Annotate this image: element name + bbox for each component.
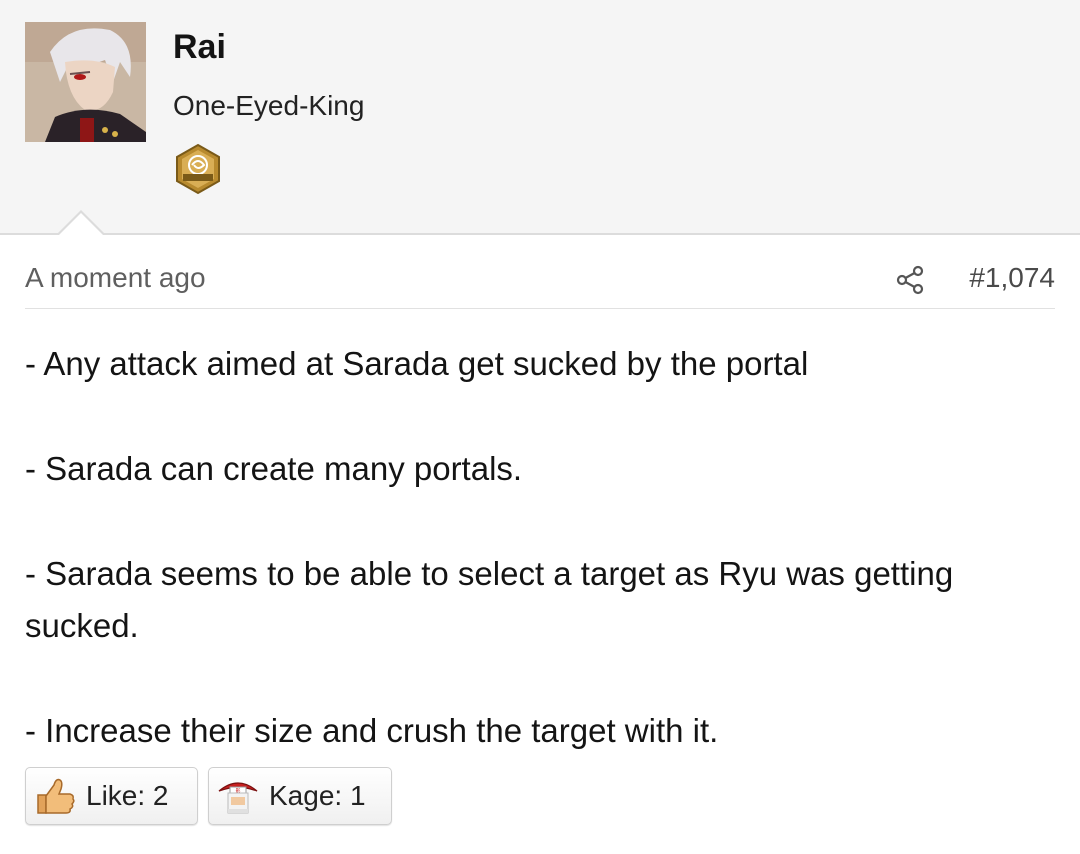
speech-pointer-fill [59,213,103,235]
share-icon[interactable] [895,265,925,295]
post-timestamp[interactable]: A moment ago [25,262,206,294]
user-avatar[interactable] [25,22,146,142]
post-paragraph: - Increase their size and crush the targ… [25,712,719,749]
kage-reaction-button[interactable]: 影 Kage: 1 [208,767,392,825]
post-number-link[interactable]: #1,074 [969,262,1055,294]
user-title: One-Eyed-King [173,90,365,121]
like-count-label: Like: 2 [86,780,169,811]
post-paragraph: - Sarada seems to be able to select a ta… [25,555,954,644]
trophy-badge-icon[interactable] [173,143,223,195]
avatar-image [25,22,146,142]
post-paragraph: - Sarada can create many portals. [25,450,523,487]
post-meta-bar: A moment ago #1,074 [25,254,1055,309]
kage-count-label: Kage: 1 [269,780,366,811]
post-paragraph: - Any attack aimed at Sarada get sucked … [25,345,809,382]
username[interactable]: Rai [173,28,226,67]
like-reaction-button[interactable]: Like: 2 [25,767,198,825]
kage-hat-icon: 影 [218,782,258,814]
thumbs-up-icon [37,778,75,814]
user-info-header: Rai One-Eyed-King [0,0,1080,235]
post-body: - Any attack aimed at Sarada get sucked … [25,338,1025,810]
